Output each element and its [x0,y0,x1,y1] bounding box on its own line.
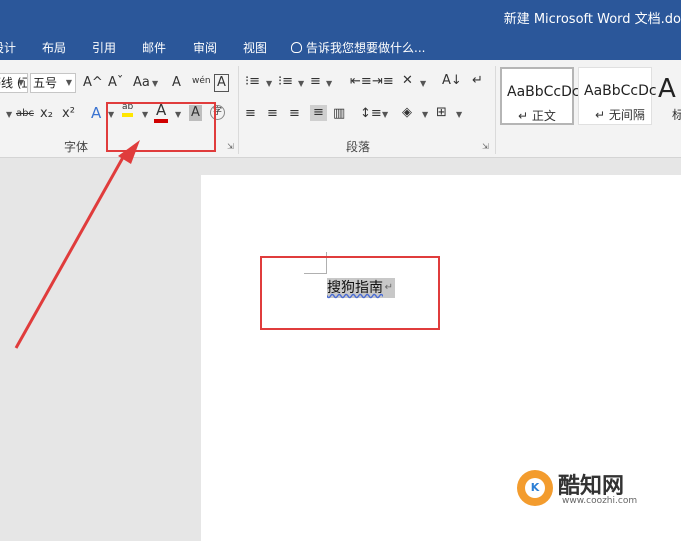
phonetic-guide-icon[interactable]: wén [192,73,211,89]
distributed-icon[interactable]: ▥ [333,106,345,122]
style-name: 标 [672,108,681,122]
group-separator [238,66,239,154]
chevron-down-icon: ▼ [382,110,389,119]
tell-me-search[interactable]: 告诉我您想要做什么... [291,39,425,56]
font-size-combo[interactable]: 五号 ▼ [30,73,76,93]
window-title: 新建 Microsoft Word 文档.do [503,12,681,27]
annotation-box-font-color [106,102,216,152]
chevron-down-icon: ▼ [152,79,159,88]
chevron-down-icon: ▼ [456,110,463,119]
subscript-icon[interactable]: x₂ [40,106,53,122]
style-sample: A [658,74,676,104]
strikethrough-icon[interactable]: abc [16,106,34,122]
tab-mailings[interactable]: 邮件 [142,39,166,56]
style-sample: AaBbCcDc [584,83,657,99]
font-group-label: 字体 [64,140,89,154]
style-name: ↵ 无间隔 [595,108,645,122]
clear-format-icon[interactable]: A [172,75,181,91]
style-name: ↵ 正文 [518,109,556,123]
character-border-icon[interactable]: A [214,74,229,92]
sort-icon[interactable]: A↓ [442,73,462,89]
title-bar: 新建 Microsoft Word 文档.do [0,0,681,34]
style-heading[interactable]: A 标 [655,67,681,125]
bullets-icon[interactable]: ⁝≡ [245,74,260,90]
multilevel-list-icon[interactable]: ≡ [310,74,321,90]
style-sample: AaBbCcDc [507,84,580,100]
change-case-icon[interactable]: Aa [133,75,150,91]
show-marks-icon[interactable]: ↵ [472,73,483,89]
justify-icon[interactable]: ≡ [310,105,327,121]
tab-layout[interactable]: 布局 [42,39,66,56]
align-center-icon[interactable]: ≡ [267,106,278,122]
group-separator [495,66,496,154]
chevron-down-icon: ▼ [420,79,427,88]
grow-font-icon[interactable]: A^ [83,75,103,91]
asian-layout-icon[interactable]: ✕ [402,73,413,89]
chevron-down-icon: ▼ [6,110,13,119]
tab-review[interactable]: 审阅 [193,39,217,56]
paragraph-group-label: 段落 [346,140,371,154]
decrease-indent-icon[interactable]: ⇤≡ [350,74,372,90]
paint-bucket-icon[interactable]: ◈ [402,105,412,121]
line-spacing-icon[interactable]: ↕≡ [360,106,382,122]
tab-view[interactable]: 视图 [243,39,267,56]
chevron-down-icon: ▼ [298,79,305,88]
tab-references[interactable]: 引用 [92,39,116,56]
watermark-url: www.coozhi.com [562,496,638,506]
tab-design[interactable]: 设计 [0,39,16,56]
font-dialog-launcher-icon[interactable]: ⇲ [227,142,234,151]
tell-me-text: 告诉我您想要做什么... [306,41,426,55]
watermark-logo-letter: K [525,478,545,498]
borders-icon[interactable]: ⊞ [436,105,447,121]
text-effects-icon[interactable]: A [91,105,101,121]
watermark-logo: K [517,470,553,506]
style-normal[interactable]: AaBbCcDc ↵ 正文 [500,67,580,125]
chevron-down-icon: ▼ [326,79,333,88]
font-size-value: 五号 [33,76,58,90]
chevron-down-icon: ▼ [65,78,72,87]
shrink-font-icon[interactable]: Aˇ [108,75,123,91]
chevron-down-icon: ▼ [266,79,273,88]
lightbulb-icon [291,42,302,53]
style-no-spacing[interactable]: AaBbCcDc ↵ 无间隔 [578,67,657,125]
annotation-box-text [260,256,440,330]
numbering-icon[interactable]: ⁝≡ [278,74,293,90]
font-name-combo[interactable]: 等线 (正文▼ [0,73,28,93]
ribbon: 等线 (正文▼ 五号▼ A^ Aˇ Aa ▼ A wén A ▼ abc x₂ … [0,60,681,158]
ribbon-tab-bar: 设计 布局 引用 邮件 审阅 视图 告诉我您想要做什么... [0,34,681,60]
align-right-icon[interactable]: ≡ [289,106,300,122]
paragraph-dialog-launcher-icon[interactable]: ⇲ [482,142,489,151]
chevron-down-icon: ▼ [422,110,429,119]
superscript-icon[interactable]: x² [62,106,75,122]
increase-indent-icon[interactable]: ⇥≡ [372,74,394,90]
align-left-icon[interactable]: ≡ [245,106,256,122]
chevron-down-icon: ▼ [17,78,24,87]
